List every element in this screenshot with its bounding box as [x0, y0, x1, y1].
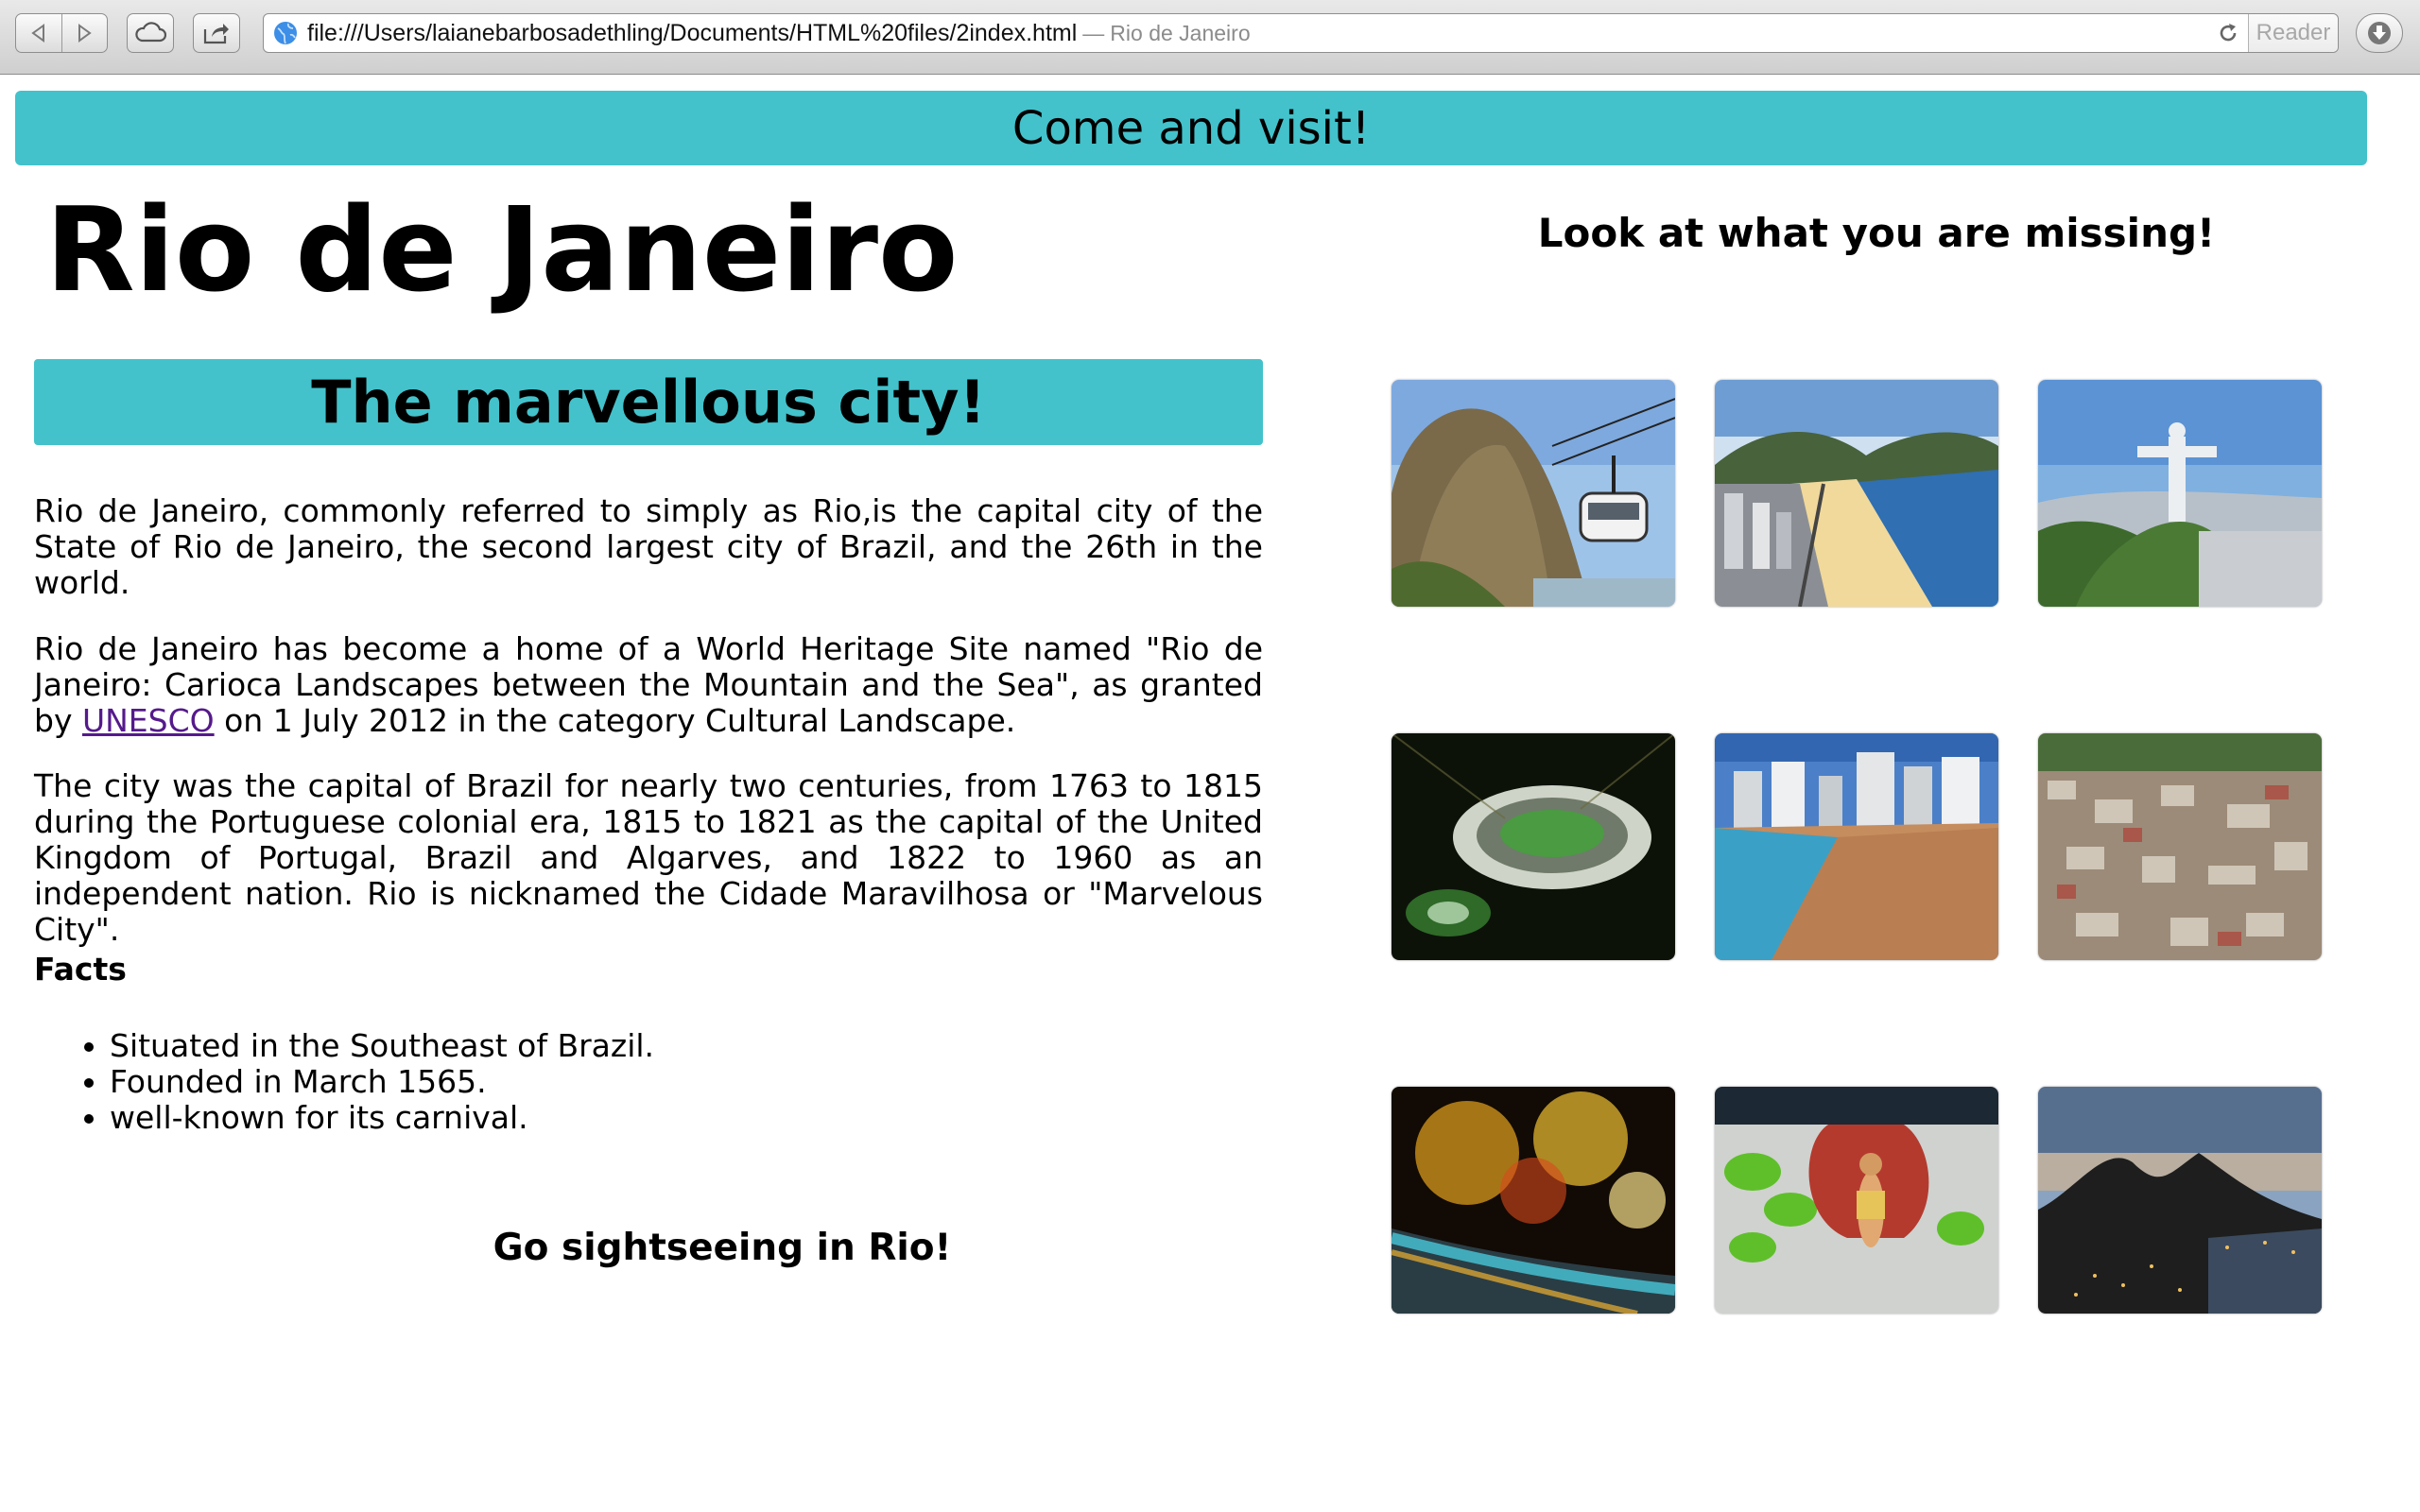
back-forward-buttons	[15, 13, 108, 53]
favela-hillside-photo	[2038, 733, 2322, 960]
list-item: well-known for its carnival.	[110, 1100, 654, 1136]
heritage-paragraph: Rio de Janeiro has become a home of a Wo…	[34, 631, 1263, 739]
facts-heading: Facts	[34, 951, 127, 988]
reload-icon[interactable]	[2215, 20, 2241, 46]
history-paragraph: The city was the capital of Brazil for n…	[34, 767, 1263, 948]
share-button[interactable]	[193, 13, 240, 53]
top-banner: Come and visit!	[15, 91, 2367, 165]
list-item: Founded in March 1565.	[110, 1064, 654, 1100]
page-heading: Rio de Janeiro	[45, 183, 959, 318]
browser-toolbar: file:///Users/laianebarbosadethling/Docu…	[0, 0, 2420, 75]
share-icon	[203, 24, 229, 44]
gallery-heading: Look at what you are missing!	[1537, 210, 2216, 256]
carnival-dancer-photo	[1715, 1087, 1998, 1314]
forward-arrow-icon	[78, 24, 92, 43]
intro-paragraph: Rio de Janeiro, commonly referred to sim…	[34, 492, 1263, 601]
downloads-button[interactable]	[2356, 13, 2403, 53]
globe-icon	[271, 19, 300, 47]
heritage-text-end: on 1 July 2012 in the category Cultural …	[214, 702, 1016, 739]
download-icon	[2368, 22, 2391, 44]
reader-button[interactable]: Reader	[2248, 14, 2338, 52]
list-item: Situated in the Southeast of Brazil.	[110, 1028, 654, 1064]
address-bar[interactable]: file:///Users/laianebarbosadethling/Docu…	[263, 13, 2339, 53]
new-year-fireworks-photo	[1392, 1087, 1675, 1314]
unesco-link[interactable]: UNESCO	[82, 702, 215, 739]
forward-button[interactable]	[60, 14, 108, 52]
maracana-stadium-photo	[1392, 733, 1675, 960]
title-separator: —	[1082, 20, 1105, 45]
sightseeing-heading: Go sightseeing in Rio!	[493, 1227, 952, 1269]
page-title: Rio de Janeiro	[1110, 20, 1251, 45]
rio-night-skyline-photo	[2038, 1087, 2322, 1314]
facts-list: Situated in the Southeast of Brazil. Fou…	[34, 1028, 654, 1136]
back-arrow-icon	[31, 24, 44, 43]
subheading-banner: The marvellous city!	[34, 359, 1263, 445]
sugarloaf-cable-car-photo	[1392, 380, 1675, 607]
crowded-beach-photo	[1715, 733, 1998, 960]
christ-the-redeemer-photo	[2038, 380, 2322, 607]
cloud-icon	[135, 22, 166, 43]
copacabana-beach-photo	[1715, 380, 1998, 607]
icloud-tabs-button[interactable]	[127, 13, 174, 53]
url-text[interactable]: file:///Users/laianebarbosadethling/Docu…	[307, 20, 1077, 47]
back-button[interactable]	[16, 14, 61, 52]
